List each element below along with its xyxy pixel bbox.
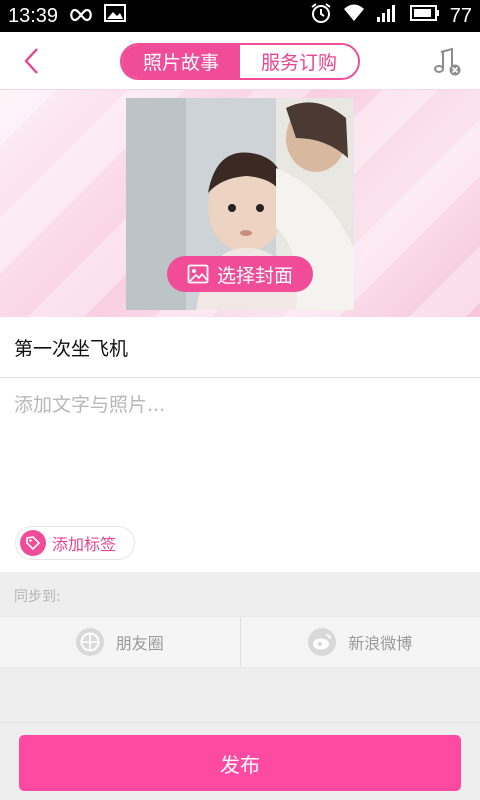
sync-weibo-button[interactable]: 新浪微博 bbox=[241, 617, 480, 667]
chevron-left-icon bbox=[24, 48, 38, 74]
header-bar: 照片故事 服务订购 bbox=[0, 32, 480, 90]
add-tag-label: 添加标签 bbox=[52, 535, 117, 554]
sync-wechat-label: 朋友圈 bbox=[115, 634, 164, 653]
segmented-tabs: 照片故事 服务订购 bbox=[120, 43, 360, 80]
music-note-off-icon bbox=[434, 47, 461, 76]
infinity-icon bbox=[68, 5, 94, 28]
weibo-icon bbox=[308, 628, 337, 656]
image-icon bbox=[104, 4, 127, 28]
wechat-moments-icon bbox=[75, 628, 104, 656]
battery-icon bbox=[409, 4, 440, 28]
content-textarea[interactable]: 添加文字与照片... bbox=[14, 390, 464, 510]
signal-icon bbox=[376, 3, 400, 29]
app-root: 13:39 77 照片故事 服务订购 选择封面 第一次坐飞机 添加文字与照片..… bbox=[0, 0, 480, 800]
add-tag-button[interactable]: 添加标签 bbox=[15, 526, 135, 560]
cover-section: 选择封面 bbox=[0, 90, 480, 317]
alarm-icon bbox=[310, 2, 332, 30]
choose-cover-label: 选择封面 bbox=[216, 264, 293, 287]
publish-button[interactable]: 发布 bbox=[19, 735, 461, 791]
content-placeholder: 添加文字与照片... bbox=[14, 394, 166, 416]
music-button[interactable] bbox=[432, 46, 464, 78]
status-bar: 13:39 77 bbox=[0, 0, 480, 32]
battery-level: 77 bbox=[449, 4, 472, 27]
tab-service-order[interactable]: 服务订购 bbox=[240, 45, 358, 78]
sync-options: 朋友圈 新浪微博 bbox=[0, 616, 480, 668]
publish-bar: 发布 bbox=[0, 722, 480, 800]
tag-icon bbox=[20, 530, 46, 556]
title-input[interactable]: 第一次坐飞机 bbox=[0, 317, 480, 378]
sync-label: 同步到: bbox=[14, 589, 61, 605]
back-button[interactable] bbox=[18, 46, 48, 76]
sync-wechat-moments-button[interactable]: 朋友圈 bbox=[0, 617, 240, 667]
choose-cover-button[interactable]: 选择封面 bbox=[167, 256, 313, 292]
title-value: 第一次坐飞机 bbox=[14, 337, 129, 360]
sync-weibo-label: 新浪微博 bbox=[348, 634, 413, 653]
image-icon bbox=[187, 264, 209, 284]
tab-photo-story[interactable]: 照片故事 bbox=[122, 45, 240, 78]
wifi-icon bbox=[342, 3, 366, 29]
status-time: 13:39 bbox=[8, 4, 59, 27]
